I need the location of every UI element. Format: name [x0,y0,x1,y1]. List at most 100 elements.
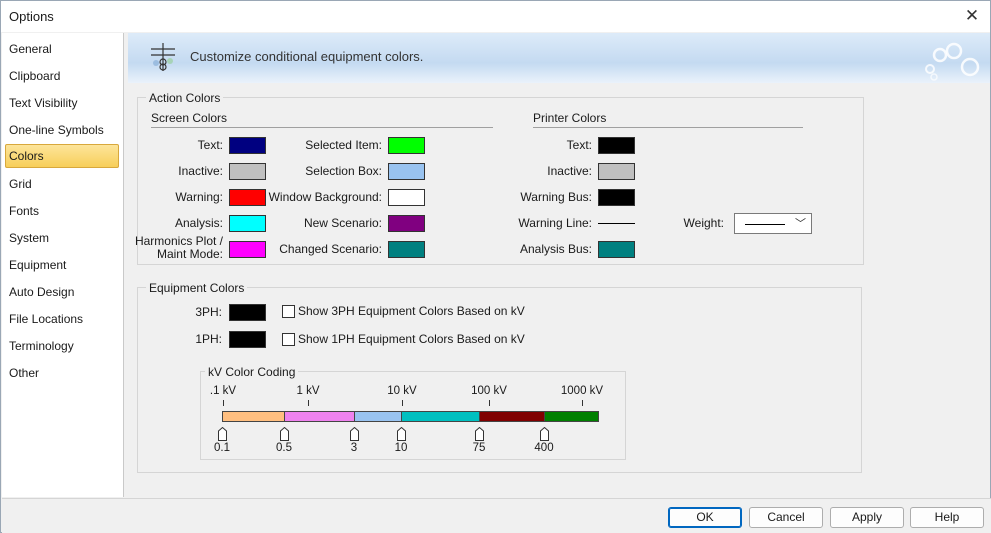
close-button[interactable]: ✕ [958,4,986,28]
window-background-swatch[interactable] [388,189,425,206]
cancel-button[interactable]: Cancel [749,507,823,528]
printer-colors-title: Printer Colors [533,111,607,125]
equipment-colors-title: Equipment Colors [146,281,248,295]
weight-label: Weight: [683,216,724,230]
screen-text-swatch[interactable] [229,137,266,154]
sidebar-item-system[interactable]: System [5,226,119,250]
selected-item-label: Selected Item: [305,138,382,152]
sidebar-item-fonts[interactable]: Fonts [5,199,119,223]
printer-analysis-bus-swatch[interactable] [598,241,635,258]
sidebar-item-equipment[interactable]: Equipment [5,253,119,277]
window-background-label: Window Background: [268,190,382,204]
3ph-label: 3PH: [195,305,222,319]
kv-threshold-slider-icon[interactable] [350,427,359,441]
sidebar-item-other[interactable]: Other [5,361,119,385]
kv-scale-label-100: 100 kV [471,385,507,397]
harmonics-label-line2: Maint Mode: [156,247,223,261]
options-dialog: Options ✕ General Clipboard Text Visibil… [0,0,991,533]
printer-inactive-label: Inactive: [547,164,592,178]
weight-line-preview [745,224,785,225]
new-scenario-swatch[interactable] [388,215,425,232]
sidebar-item-auto-design[interactable]: Auto Design [5,280,119,304]
equipment-color-icon [151,43,175,71]
kv-segment-6[interactable] [544,411,599,422]
action-colors-group: Action Colors Screen Colors Printer Colo… [135,91,864,265]
1ph-label: 1PH: [195,332,222,346]
kv-tick [308,400,309,406]
printer-text-label: Text: [566,138,592,152]
kv-segment-2[interactable] [284,411,355,422]
kv-threshold-value: 10 [394,442,408,454]
kv-threshold-slider-icon[interactable] [475,427,484,441]
sidebar-item-one-line-symbols[interactable]: One-line Symbols [5,118,119,142]
kv-tick [402,400,403,406]
selection-box-swatch[interactable] [388,163,425,180]
kv-threshold-value: 400 [534,442,554,454]
printer-warning-line-swatch[interactable] [598,215,635,232]
header-banner: Customize conditional equipment colors. [128,33,990,83]
kv-threshold-value: 0.5 [276,442,292,454]
ok-button[interactable]: OK [668,507,742,528]
sidebar-item-colors[interactable]: Colors [5,144,119,168]
selection-box-label: Selection Box: [305,164,382,178]
show-1ph-kv-label[interactable]: Show 1PH Equipment Colors Based on kV [298,332,525,346]
screen-text-label: Text: [197,138,223,152]
changed-scenario-label: Changed Scenario: [279,242,382,256]
kv-segment-3[interactable] [354,411,402,422]
harmonics-label-line1: Harmonics Plot / [134,234,223,248]
screen-harmonics-swatch[interactable] [229,241,266,258]
dialog-footer: OK Cancel Apply Help [2,498,991,533]
colors-panel: Action Colors Screen Colors Printer Colo… [128,83,990,497]
close-icon: ✕ [964,6,980,25]
sidebar-item-text-visibility[interactable]: Text Visibility [5,91,119,115]
sidebar-item-file-locations[interactable]: File Locations [5,307,119,331]
screen-colors-divider [151,127,493,128]
kv-threshold-slider-icon[interactable] [218,427,227,441]
title-bar: Options ✕ [1,1,990,32]
kv-threshold-slider-icon[interactable] [397,427,406,441]
screen-inactive-label: Inactive: [178,164,223,178]
new-scenario-label: New Scenario: [303,216,382,230]
screen-analysis-label: Analysis: [174,216,223,230]
screen-warning-swatch[interactable] [229,189,266,206]
screen-inactive-swatch[interactable] [229,163,266,180]
show-3ph-kv-checkbox[interactable] [282,305,295,318]
help-button[interactable]: Help [910,507,984,528]
printer-warning-bus-swatch[interactable] [598,189,635,206]
kv-segment-4[interactable] [401,411,480,422]
screen-warning-label: Warning: [175,190,223,204]
kv-tick [582,400,583,406]
kv-segment-5[interactable] [479,411,545,422]
screen-colors-title: Screen Colors [151,111,228,125]
show-3ph-kv-label[interactable]: Show 3PH Equipment Colors Based on kV [298,304,525,318]
changed-scenario-swatch[interactable] [388,241,425,258]
sidebar-item-clipboard[interactable]: Clipboard [5,64,119,88]
screen-harmonics-label: Harmonics Plot / Maint Mode: [135,235,223,261]
kv-segment-1[interactable] [222,411,285,422]
3ph-color-swatch[interactable] [229,304,266,321]
kv-threshold-slider-icon[interactable] [540,427,549,441]
sidebar-item-general[interactable]: General [5,37,119,61]
decorative-gears-icon [925,42,980,81]
screen-analysis-swatch[interactable] [229,215,266,232]
sidebar-item-grid[interactable]: Grid [5,172,119,196]
weight-dropdown[interactable]: ﹀ [734,213,812,234]
equipment-colors-group: Equipment Colors 3PH: Show 3PH Equipment… [137,281,862,473]
printer-warning-line-label: Warning Line: [518,216,592,230]
printer-warning-bus-label: Warning Bus: [520,190,592,204]
sidebar-item-terminology[interactable]: Terminology [5,334,119,358]
printer-text-swatch[interactable] [598,137,635,154]
printer-colors-divider [533,127,803,128]
kv-scale-label-10: 10 kV [387,385,417,397]
printer-inactive-swatch[interactable] [598,163,635,180]
kv-threshold-value: 3 [350,442,358,454]
kv-tick [223,400,224,406]
1ph-color-swatch[interactable] [229,331,266,348]
banner-text: Customize conditional equipment colors. [190,49,424,64]
apply-button[interactable]: Apply [830,507,904,528]
show-1ph-kv-checkbox[interactable] [282,333,295,346]
printer-analysis-bus-label: Analysis Bus: [519,242,592,256]
selected-item-swatch[interactable] [388,137,425,154]
kv-threshold-slider-icon[interactable] [280,427,289,441]
action-colors-title: Action Colors [146,91,224,105]
